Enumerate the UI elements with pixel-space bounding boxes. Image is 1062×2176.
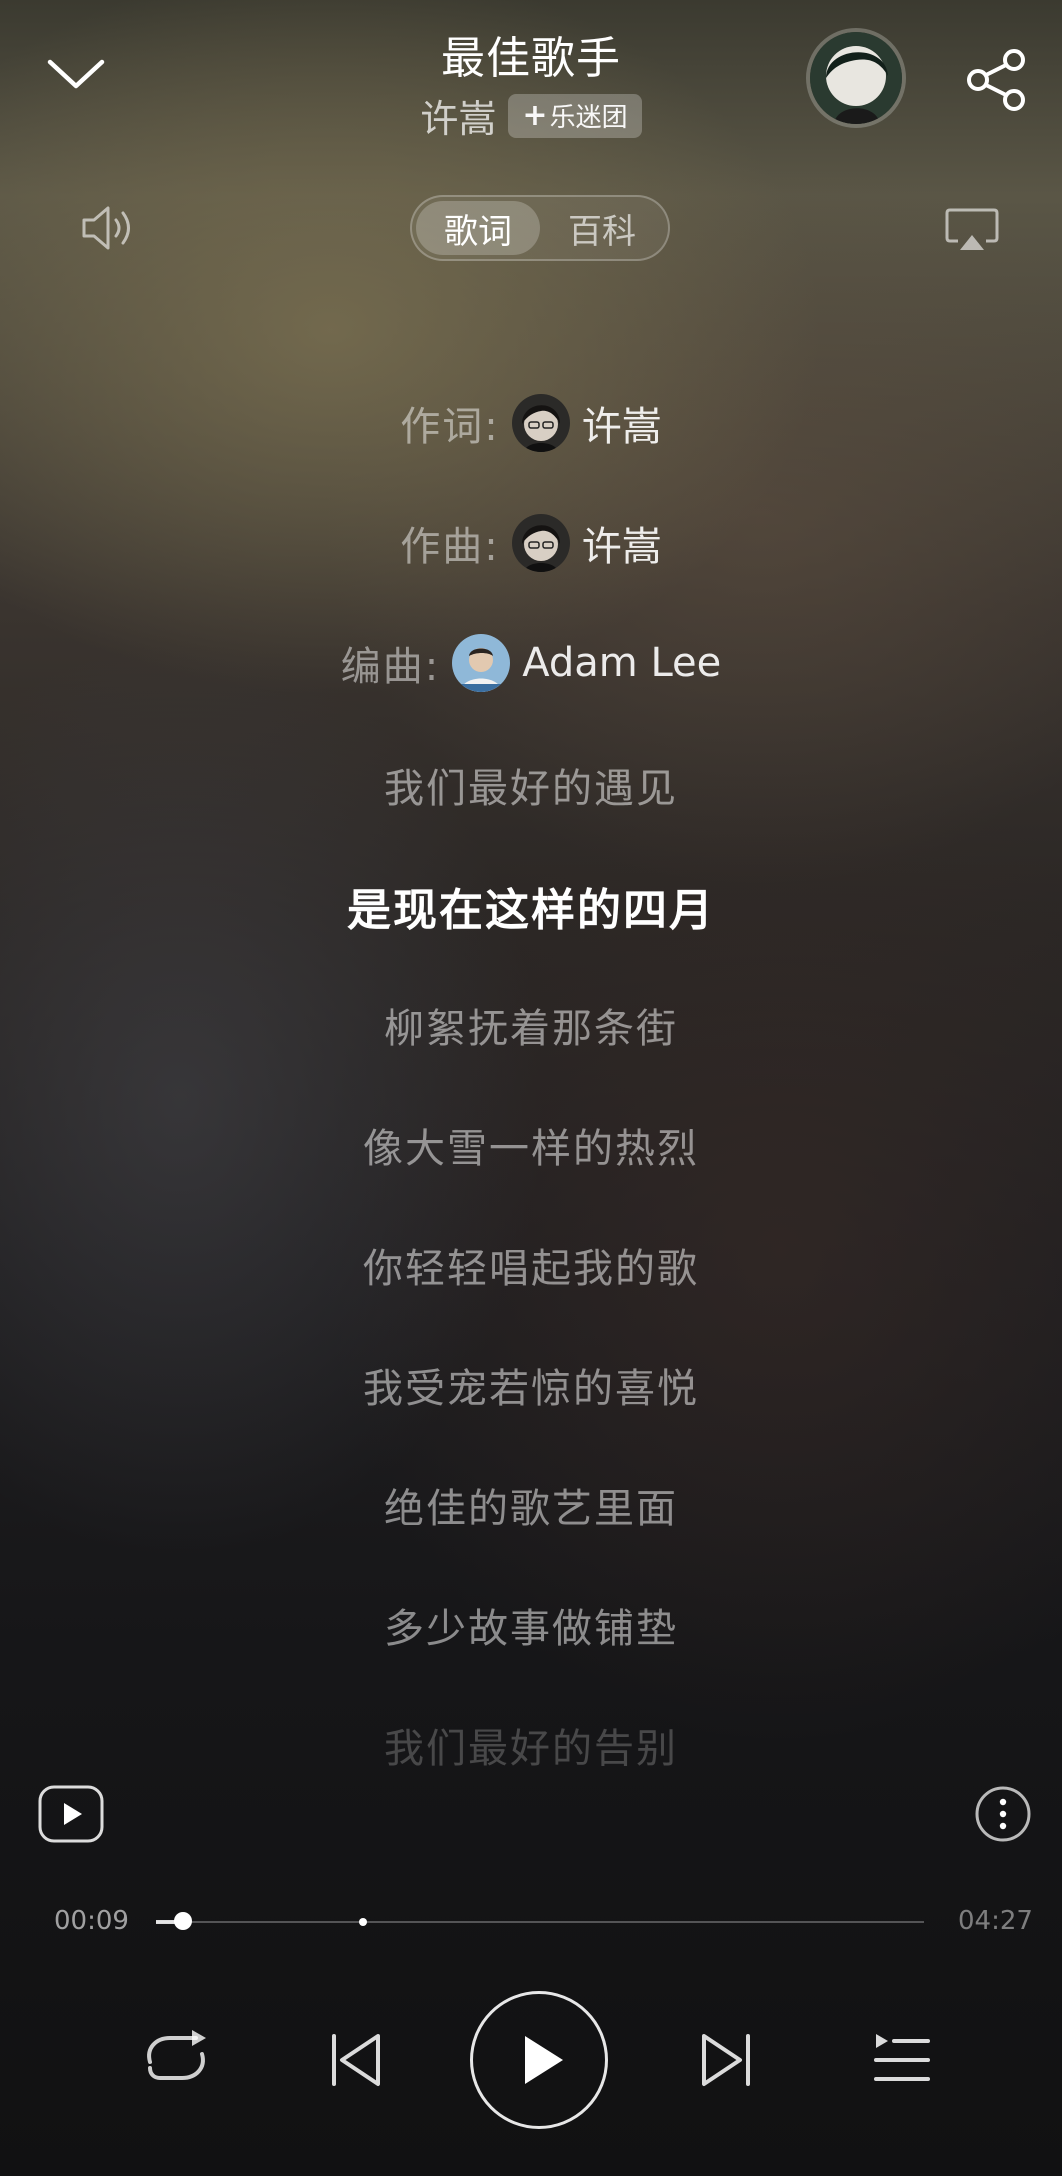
composer-avatar[interactable] <box>511 514 570 572</box>
artist-name[interactable]: 许嵩 <box>420 88 496 143</box>
airplay-icon[interactable] <box>944 205 1000 255</box>
fan-club-label: 乐迷团 <box>549 103 628 133</box>
current-time: 00:09 <box>54 1906 129 1936</box>
playlist-icon[interactable] <box>872 2030 932 2090</box>
share-icon[interactable] <box>960 44 1032 116</box>
lyric-line[interactable]: 我们最好的告别 <box>0 1716 1062 1774</box>
total-time: 04:27 <box>958 1906 1033 1936</box>
lyrics-wiki-tab-switch: 歌词 百科 <box>410 195 670 261</box>
play-icon <box>525 2036 563 2084</box>
lyric-line[interactable]: 你轻轻唱起我的歌 <box>0 1236 1062 1294</box>
more-vertical-icon[interactable] <box>974 1785 1032 1843</box>
lyric-line-current[interactable]: 是现在这样的四月 <box>0 874 1062 938</box>
next-icon[interactable] <box>698 2030 754 2090</box>
lyric-line[interactable]: 柳絮抚着那条街 <box>0 996 1062 1054</box>
lyric-line[interactable]: 多少故事做铺垫 <box>0 1596 1062 1654</box>
lyric-line[interactable]: 我们最好的遇见 <box>0 756 1062 814</box>
credit-label: 编曲: <box>340 644 441 690</box>
credit-composer: 作曲: 许嵩 <box>0 514 1062 572</box>
progress-thumb[interactable] <box>174 1912 192 1930</box>
previous-icon[interactable] <box>328 2030 384 2090</box>
volume-icon[interactable] <box>78 200 140 256</box>
mv-play-icon[interactable] <box>38 1785 104 1843</box>
lyric-line[interactable]: 我受宠若惊的喜悦 <box>0 1356 1062 1414</box>
credit-label: 作词: <box>400 404 500 450</box>
play-button[interactable] <box>470 1991 608 2129</box>
credit-name[interactable]: Adam Lee <box>522 640 721 686</box>
progress-track[interactable] <box>156 1921 924 1923</box>
credit-name[interactable]: 许嵩 <box>582 514 662 572</box>
album-avatar[interactable] <box>806 28 906 128</box>
lyricist-avatar[interactable] <box>511 394 570 452</box>
credit-arranger: 编曲: Adam Lee <box>0 634 1062 692</box>
plus-icon: + <box>522 97 548 133</box>
credit-name[interactable]: 许嵩 <box>582 394 662 452</box>
tab-wiki[interactable]: 百科 <box>540 201 664 255</box>
repeat-icon[interactable] <box>140 2026 212 2090</box>
artist-row: 许嵩 + 乐迷团 <box>0 88 1062 143</box>
credit-label: 作曲: <box>400 524 500 570</box>
tab-lyrics[interactable]: 歌词 <box>416 201 540 255</box>
arranger-avatar[interactable] <box>452 634 511 692</box>
lyric-line[interactable]: 绝佳的歌艺里面 <box>0 1476 1062 1534</box>
buffer-marker <box>359 1918 367 1926</box>
fan-club-button[interactable]: + 乐迷团 <box>508 93 642 138</box>
credit-lyricist: 作词: 许嵩 <box>0 394 1062 452</box>
lyric-line[interactable]: 像大雪一样的热烈 <box>0 1116 1062 1174</box>
